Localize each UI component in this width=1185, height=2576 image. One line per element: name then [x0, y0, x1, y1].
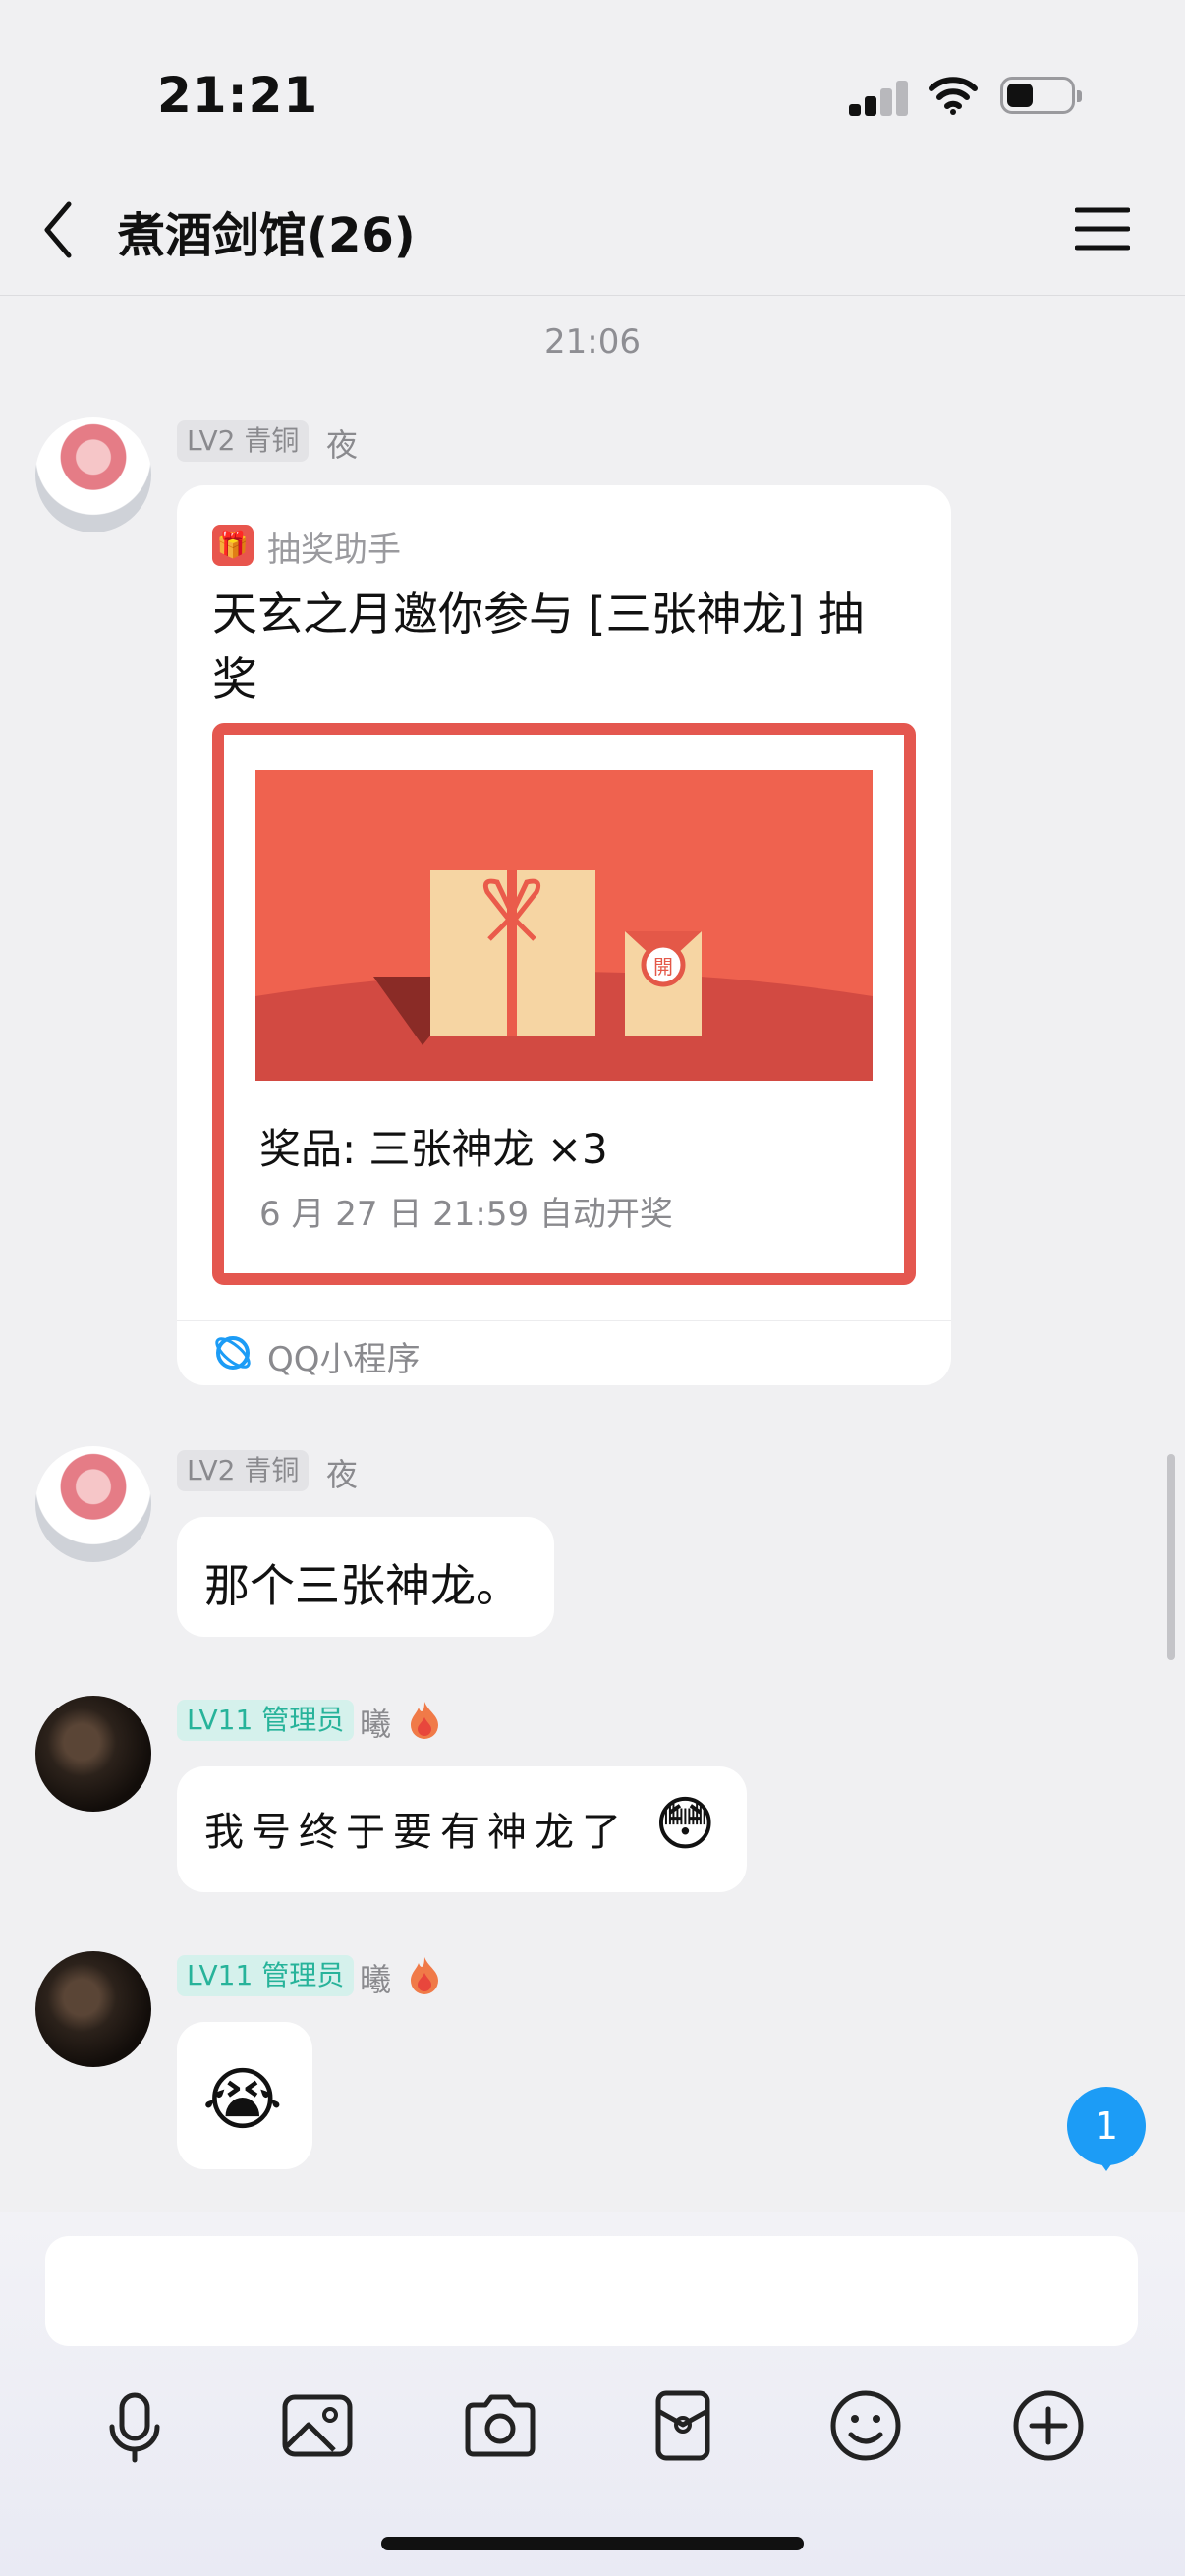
avatar[interactable]	[35, 1951, 151, 2067]
avatar[interactable]	[35, 417, 151, 532]
admin-badge: LV11 管理员	[177, 1700, 355, 1741]
card-title: 天玄之月邀你参与 [三张神龙] 抽奖	[212, 588, 865, 705]
crying-emoji: 😭	[202, 2059, 283, 2140]
home-indicator	[381, 2537, 804, 2550]
gift-icon: 🎁	[212, 525, 254, 566]
message-text: 我号终于要有神龙了	[204, 1810, 629, 1855]
red-packet-icon[interactable]	[639, 2381, 727, 2470]
message-input[interactable]	[45, 2236, 1138, 2346]
flame-icon	[411, 1702, 438, 1739]
card-divider	[177, 1320, 951, 1321]
sender-name[interactable]: 夜	[326, 1450, 358, 1495]
unread-count-badge[interactable]: 1	[1067, 2087, 1146, 2165]
chat-timestamp: 21:06	[544, 322, 641, 362]
cellular-signal-icon	[849, 79, 908, 116]
message-text: 那个三张神龙。	[204, 1559, 521, 1612]
camera-icon[interactable]	[456, 2381, 544, 2470]
wifi-icon	[929, 77, 978, 115]
battery-icon	[1000, 77, 1082, 114]
avatar[interactable]	[35, 1446, 151, 1562]
scrollbar[interactable]	[1167, 1454, 1175, 1660]
admin-badge: LV11 管理员	[177, 1955, 355, 1996]
seal-text: 開	[653, 955, 673, 979]
gift-illustration: 開	[255, 770, 873, 1081]
image-icon[interactable]	[273, 2381, 362, 2470]
emoji-icon: 😳	[654, 1790, 716, 1859]
sender-name[interactable]: 曦	[360, 1955, 391, 2000]
prize-label: 奖品: 三张神龙 ×3	[259, 1125, 608, 1173]
level-badge: LV2 青铜	[177, 420, 310, 462]
card-source: 抽奖助手	[267, 531, 401, 570]
chat-title: 煮酒剑馆(26)	[118, 208, 416, 263]
avatar[interactable]	[35, 1696, 151, 1812]
status-time: 21:21	[157, 67, 319, 124]
flame-icon	[411, 1957, 438, 1994]
back-icon[interactable]	[39, 200, 79, 259]
sender-name[interactable]: 夜	[326, 420, 358, 466]
plus-icon[interactable]	[1004, 2381, 1093, 2470]
menu-icon[interactable]	[1075, 206, 1130, 252]
microphone-icon[interactable]	[90, 2381, 179, 2470]
sender-name[interactable]: 曦	[360, 1700, 391, 1745]
emoji-icon[interactable]	[821, 2381, 910, 2470]
unread-badge-tail	[1097, 2157, 1116, 2171]
draw-time: 6 月 27 日 21:59 自动开奖	[259, 1195, 673, 1234]
level-badge: LV2 青铜	[177, 1450, 310, 1491]
mini-program-label: QQ小程序	[267, 1340, 421, 1379]
mini-program-icon	[215, 1336, 251, 1370]
